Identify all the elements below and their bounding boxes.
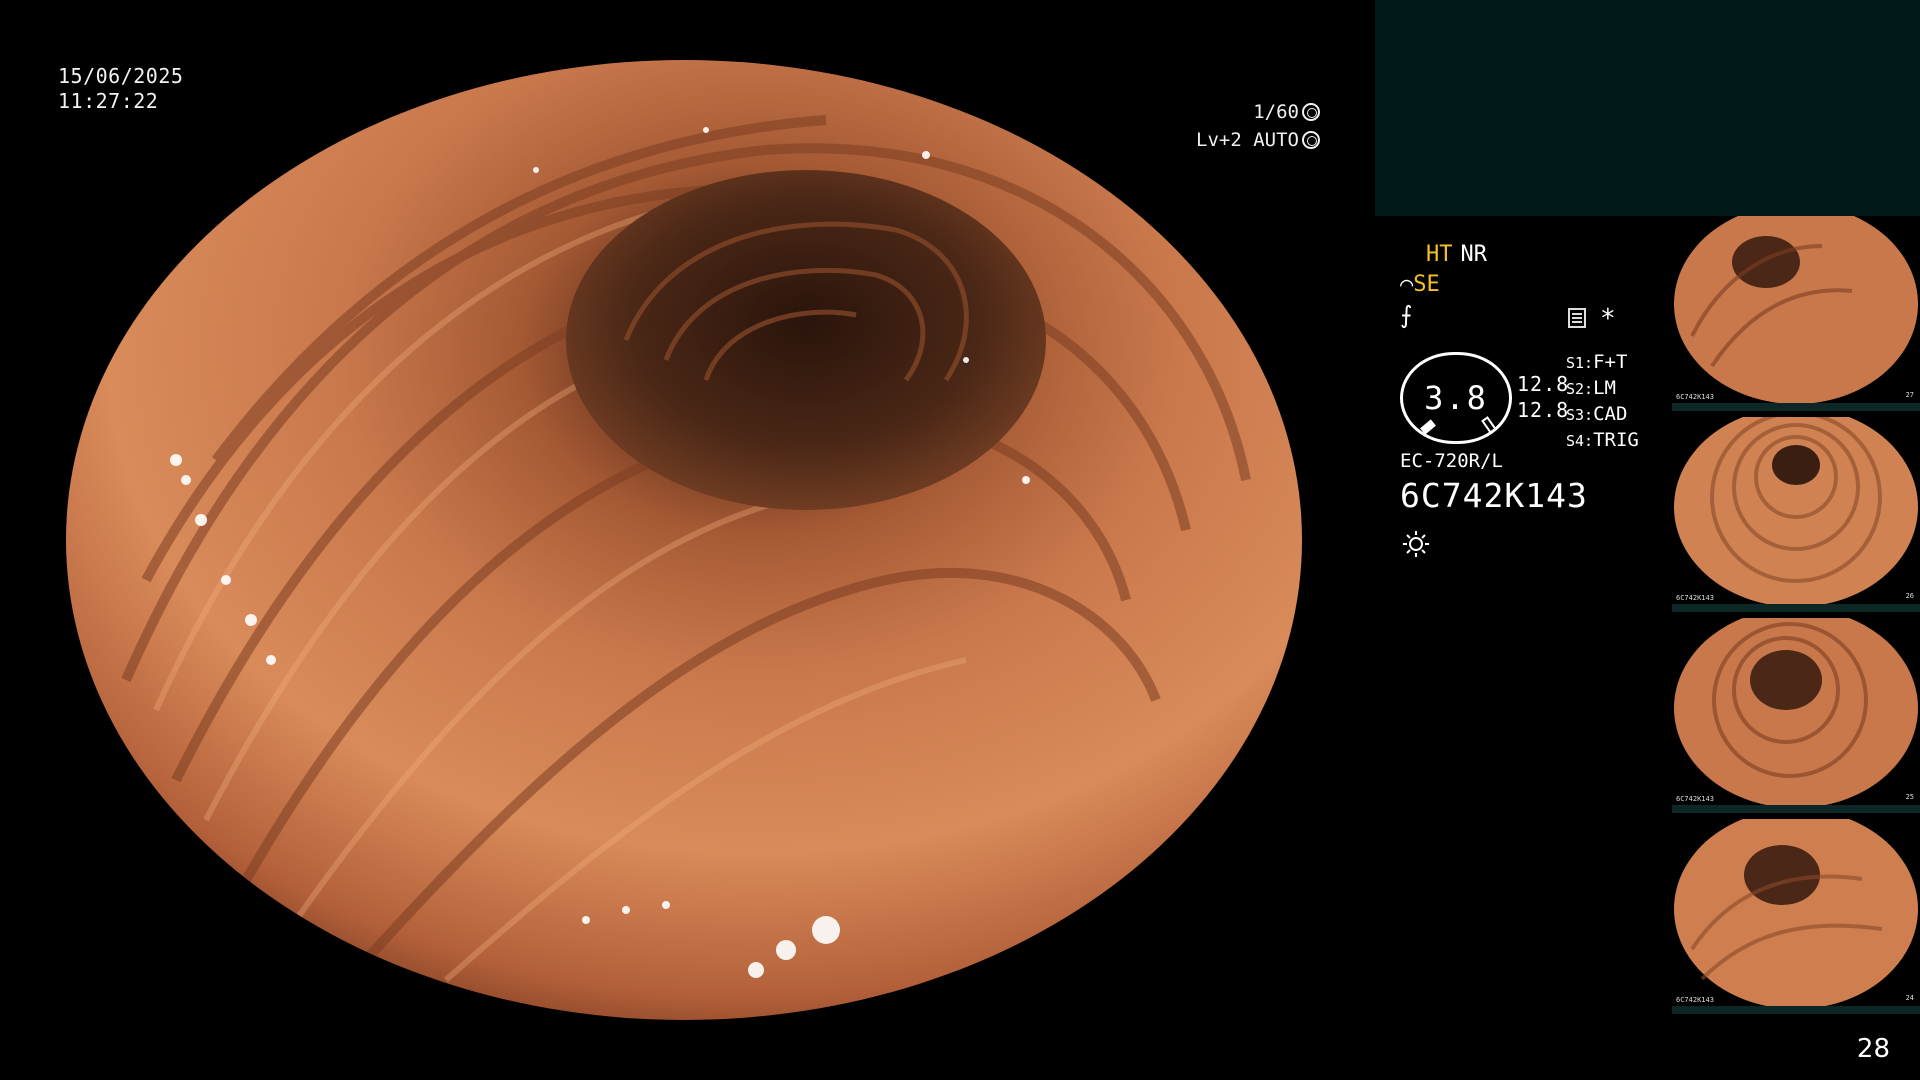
thumbnail-bar bbox=[1672, 1006, 1920, 1014]
slot-key: S2: bbox=[1566, 380, 1594, 398]
slot-row: S2:LM bbox=[1566, 376, 1639, 402]
star-icon: * bbox=[1600, 304, 1616, 334]
se-label: SE bbox=[1413, 272, 1440, 297]
slot-value: TRIG bbox=[1593, 429, 1639, 451]
thumbnail-bar bbox=[1672, 403, 1920, 411]
thumbnail-image bbox=[1674, 216, 1918, 404]
slot-row: S1:F+T bbox=[1566, 350, 1639, 376]
thumbnail-number: 24 bbox=[1905, 994, 1914, 1002]
ff-row: ⨍ bbox=[1400, 300, 1670, 330]
ht-nr-row: HT NR bbox=[1400, 240, 1670, 270]
light-level: Lv+2 AUTO bbox=[1196, 129, 1299, 151]
thumbnail-image bbox=[1674, 417, 1918, 607]
slot-key: S1: bbox=[1566, 354, 1594, 372]
ht-label: HT bbox=[1426, 242, 1453, 267]
thumbnail-bar bbox=[1672, 604, 1920, 612]
gauge-right-marker bbox=[1481, 416, 1497, 434]
auto-iris-icon bbox=[1302, 131, 1320, 149]
scope-model: EC-720R/L bbox=[1400, 450, 1503, 472]
shutter-row: 1/60 bbox=[1196, 98, 1320, 126]
thumbnail-number: 26 bbox=[1905, 592, 1914, 600]
thumbnail[interactable]: 6C742K143 24 bbox=[1672, 819, 1920, 1014]
thumbnail-number: 25 bbox=[1905, 793, 1914, 801]
timestamp: 15/06/2025 11:27:22 bbox=[58, 64, 183, 114]
slot-value: F+T bbox=[1593, 351, 1628, 373]
memo-icon bbox=[1568, 308, 1586, 328]
shutter-speed: 1/60 bbox=[1253, 101, 1299, 123]
nr-label: NR bbox=[1460, 242, 1488, 267]
se-row: ⌒SE bbox=[1400, 270, 1670, 300]
thumbnail-serial: 6C742K143 bbox=[1676, 795, 1714, 803]
thumbnail-bar bbox=[1672, 805, 1920, 813]
gauge-side-value-2: 12.8 bbox=[1517, 398, 1570, 422]
thumbnail-serial: 6C742K143 bbox=[1676, 594, 1714, 602]
slot-row: S4:TRIG bbox=[1566, 428, 1639, 454]
thumbnail-image bbox=[1674, 618, 1918, 808]
structure-enhance-icon: ⌒ bbox=[1400, 272, 1414, 297]
info-panel bbox=[1375, 0, 1920, 216]
page-number: 28 bbox=[1856, 1034, 1890, 1064]
gauge-side-value-1: 12.8 bbox=[1517, 372, 1570, 396]
slot-key: S4: bbox=[1566, 432, 1594, 450]
thumbnail[interactable]: 6C742K143 26 bbox=[1672, 417, 1920, 612]
settings-panel: HT NR ⌒SE ⨍ bbox=[1400, 240, 1670, 330]
slot-value: LM bbox=[1593, 377, 1616, 399]
thumbnail-strip: 6C742K143 27 6C742K143 26 6C742K143 25 6… bbox=[1672, 216, 1920, 1020]
thumbnail-image bbox=[1674, 819, 1918, 1009]
thumbnail-serial: 6C742K143 bbox=[1676, 996, 1714, 1004]
endoscope-view bbox=[66, 60, 1302, 1020]
shutter-icon bbox=[1302, 103, 1320, 121]
exposure-info: 1/60 Lv+2 AUTO bbox=[1196, 98, 1320, 154]
switch-assignments: S1:F+T S2:LM S3:CAD S4:TRIG bbox=[1566, 350, 1639, 454]
thumbnail-number: 27 bbox=[1905, 391, 1914, 399]
slot-value: CAD bbox=[1593, 403, 1628, 425]
light-source-icon bbox=[1403, 531, 1429, 557]
date-text: 15/06/2025 bbox=[58, 64, 184, 88]
thumbnail[interactable]: 6C742K143 27 bbox=[1672, 216, 1920, 411]
slot-key: S3: bbox=[1566, 406, 1594, 424]
thumbnail[interactable]: 6C742K143 25 bbox=[1672, 618, 1920, 813]
gauge-left-marker bbox=[1420, 419, 1436, 435]
gauge-value: 3.8 bbox=[1424, 379, 1488, 417]
scope-serial: 6C742K143 bbox=[1400, 476, 1588, 515]
slot-row: S3:CAD bbox=[1566, 402, 1639, 428]
thumbnail-serial: 6C742K143 bbox=[1676, 393, 1714, 401]
zoom-gauge: 3.8 bbox=[1400, 352, 1512, 444]
light-level-row: Lv+2 AUTO bbox=[1196, 126, 1320, 154]
freeze-icon: ⨍ bbox=[1400, 301, 1413, 329]
time-text: 11:27:22 bbox=[58, 89, 159, 113]
